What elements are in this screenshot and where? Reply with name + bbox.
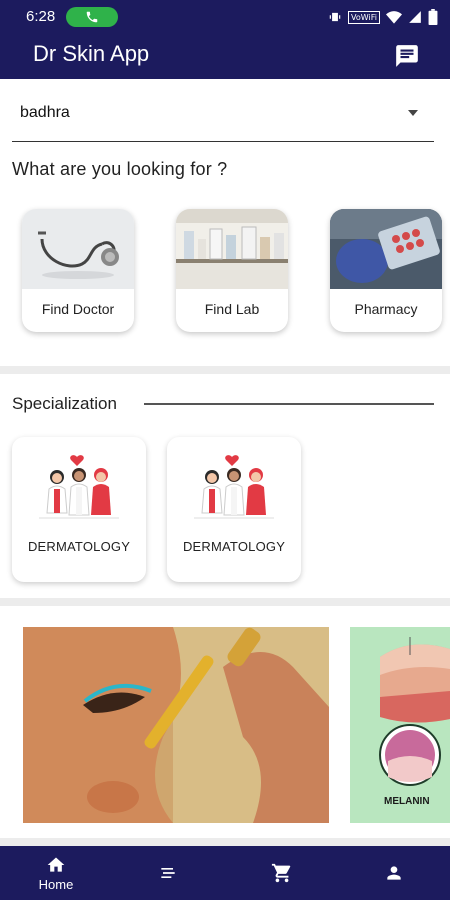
caret-down-icon — [408, 110, 418, 116]
pharmacy-image — [330, 209, 442, 289]
pharmacy-label: Pharmacy — [354, 301, 418, 317]
stethoscope-image — [22, 209, 134, 289]
section-divider — [0, 838, 450, 846]
ongoing-call-pill[interactable] — [66, 7, 118, 27]
wifi-icon — [386, 11, 402, 24]
cart-icon — [271, 863, 291, 883]
status-time: 6:28 — [26, 8, 56, 25]
signal-icon — [409, 11, 421, 23]
nav-home-label: Home — [38, 877, 74, 892]
vibrate-icon — [329, 12, 341, 22]
specialization-rule — [144, 403, 434, 405]
skin-serum-image — [23, 627, 329, 823]
chat-icon — [396, 45, 418, 67]
find-lab-card[interactable]: Find Lab — [176, 209, 288, 332]
lab-image — [176, 209, 288, 289]
specialization-card-dermatology-2[interactable]: DERMATOLOGY — [167, 437, 301, 582]
specialization-label: DERMATOLOGY — [182, 539, 286, 554]
find-doctor-card[interactable]: Find Doctor — [22, 209, 134, 332]
section-divider — [0, 598, 450, 606]
looking-for-heading: What are you looking for ? — [12, 159, 228, 179]
pharmacy-card[interactable]: Pharmacy — [330, 209, 442, 332]
specialization-card-dermatology[interactable]: DERMATOLOGY — [12, 437, 146, 582]
find-doctor-label: Find Doctor — [41, 301, 115, 317]
app-title: Dr Skin App — [33, 41, 150, 66]
nav-list[interactable] — [112, 846, 224, 900]
find-lab-label: Find Lab — [204, 301, 260, 317]
battery-icon — [428, 9, 438, 25]
nav-profile[interactable] — [338, 846, 450, 900]
section-divider — [0, 366, 450, 374]
status-bar: 6:28 VoWiFi — [0, 0, 450, 32]
location-dropdown[interactable]: badhra — [12, 92, 434, 142]
phone-icon — [86, 11, 98, 23]
doctors-team-illustration — [39, 455, 119, 519]
specialization-label: DERMATOLOGY — [27, 539, 131, 554]
home-icon — [47, 857, 65, 872]
location-value: badhra — [20, 104, 70, 121]
app-bar: Dr Skin App — [0, 32, 450, 79]
melanin-image — [350, 627, 450, 823]
list-icon — [161, 868, 175, 878]
skin-serum-banner[interactable] — [23, 627, 329, 823]
bottom-navigation: Home — [0, 846, 450, 900]
profile-icon — [387, 866, 401, 880]
nav-home[interactable]: Home — [0, 846, 112, 900]
status-icons: VoWiFi — [328, 8, 438, 26]
chat-button[interactable] — [394, 43, 420, 69]
melanin-banner[interactable]: MELANIN — [350, 627, 450, 823]
melanin-caption: MELANIN — [384, 796, 430, 807]
nav-cart[interactable] — [225, 846, 337, 900]
specialization-heading: Specialization — [12, 394, 117, 413]
doctors-team-illustration — [194, 455, 274, 519]
vowifi-badge: VoWiFi — [348, 10, 380, 24]
